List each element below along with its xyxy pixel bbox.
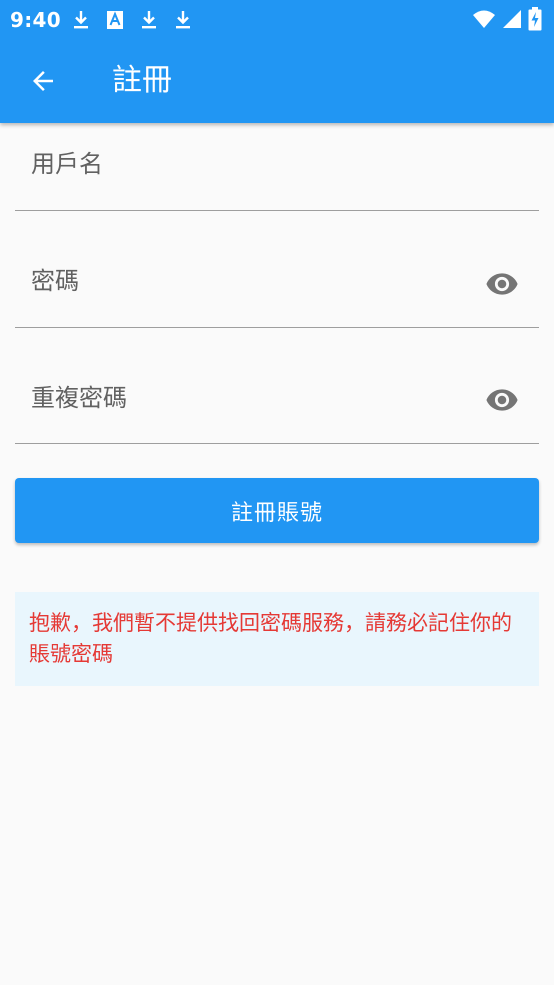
download-icon	[142, 11, 156, 29]
status-bar: 9:40	[0, 0, 554, 40]
password-label: 密碼	[31, 267, 79, 295]
confirm-password-label: 重複密碼	[31, 384, 127, 412]
arrow-back-icon	[33, 71, 53, 91]
download-icon	[74, 11, 88, 29]
wifi-icon	[473, 10, 495, 28]
eye-icon[interactable]	[485, 267, 519, 301]
notice-box: 抱歉，我們暫不提供找回密碼服務，請務必記住你的賬號密碼	[15, 592, 539, 686]
register-account-button[interactable]: 註冊賬號	[15, 478, 539, 543]
eye-icon[interactable]	[485, 383, 519, 417]
download-icon	[176, 11, 190, 29]
toolbar: 註冊	[0, 40, 554, 123]
username-field[interactable]: 用戶名	[15, 123, 539, 211]
back-button[interactable]	[14, 52, 72, 110]
username-label: 用戶名	[31, 150, 103, 178]
page-title: 註冊	[112, 63, 172, 98]
app-bar: 9:40 註冊	[0, 0, 554, 123]
notice-text: 抱歉，我們暫不提供找回密碼服務，請務必記住你的賬號密碼	[29, 611, 512, 666]
notification-icons	[70, 9, 194, 31]
text-a-icon	[107, 11, 123, 29]
confirm-password-field[interactable]: 重複密碼	[15, 356, 539, 444]
system-icons	[472, 7, 542, 31]
battery-charging-icon	[528, 7, 542, 31]
password-field[interactable]: 密碼	[15, 240, 539, 328]
signal-icon	[503, 10, 521, 28]
status-time: 9:40	[10, 8, 61, 32]
